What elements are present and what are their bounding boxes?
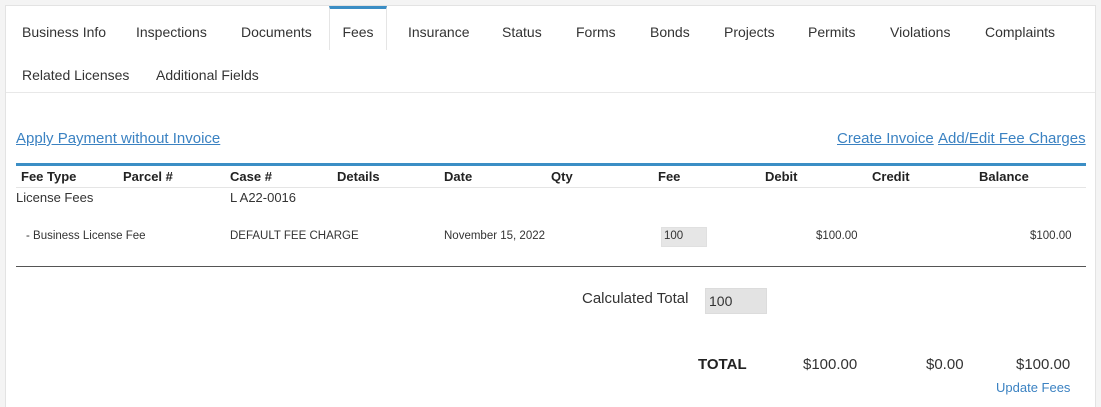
tab-additional-fields[interactable]: Additional Fields — [156, 65, 259, 85]
header-case: Case # — [230, 169, 272, 184]
header-balance: Balance — [979, 169, 1029, 184]
fee-amount-input[interactable]: 100 — [661, 227, 707, 247]
tab-related-licenses[interactable]: Related Licenses — [22, 65, 129, 85]
total-credit: $0.00 — [926, 356, 964, 373]
tab-documents[interactable]: Documents — [241, 22, 312, 42]
update-fees-link[interactable]: Update Fees — [996, 380, 1070, 395]
tab-violations[interactable]: Violations — [890, 22, 950, 42]
header-divider — [16, 187, 1086, 188]
header-details: Details — [337, 169, 380, 184]
header-date: Date — [444, 169, 473, 184]
row-debit: $100.00 — [816, 230, 858, 242]
header-qty: Qty — [551, 169, 573, 184]
tab-inspections[interactable]: Inspections — [136, 22, 207, 42]
tab-projects[interactable]: Projects — [724, 22, 775, 42]
header-fee: Fee — [658, 169, 681, 184]
tab-bonds[interactable]: Bonds — [650, 22, 690, 42]
table-separator — [16, 266, 1086, 267]
row-date: November 15, 2022 — [444, 230, 546, 242]
header-debit: Debit — [765, 169, 798, 184]
calculated-total-input[interactable]: 100 — [705, 288, 767, 314]
total-debit: $100.00 — [803, 356, 858, 373]
tab-forms[interactable]: Forms — [576, 22, 616, 42]
group-case-number: L A22-0016 — [230, 190, 297, 205]
table-top-border — [16, 163, 1086, 166]
create-invoice-link[interactable]: Create Invoice — [837, 130, 934, 147]
total-balance: $100.00 — [1016, 356, 1071, 373]
header-parcel: Parcel # — [123, 169, 173, 184]
tab-permits[interactable]: Permits — [808, 22, 855, 42]
header-credit: Credit — [872, 169, 910, 184]
apply-payment-link[interactable]: Apply Payment without Invoice — [16, 130, 220, 147]
row-case: DEFAULT FEE CHARGE — [230, 230, 359, 242]
row-balance: $100.00 — [1030, 230, 1072, 242]
tab-fees[interactable]: Fees — [329, 6, 387, 50]
tab-business-info[interactable]: Business Info — [22, 22, 106, 42]
add-edit-fee-charges-link[interactable]: Add/Edit Fee Charges — [938, 130, 1086, 147]
tab-insurance[interactable]: Insurance — [408, 22, 469, 42]
row-fee-type: - Business License Fee — [26, 230, 146, 242]
tab-bar: Business Info Inspections Documents Fees… — [6, 6, 1095, 93]
group-fee-type: License Fees — [16, 190, 94, 205]
fees-panel: Business Info Inspections Documents Fees… — [5, 5, 1096, 407]
header-fee-type: Fee Type — [21, 169, 77, 184]
total-label: TOTAL — [698, 356, 747, 373]
tab-status[interactable]: Status — [502, 22, 542, 42]
tab-complaints[interactable]: Complaints — [985, 22, 1055, 42]
calculated-total-label: Calculated Total — [582, 290, 689, 307]
